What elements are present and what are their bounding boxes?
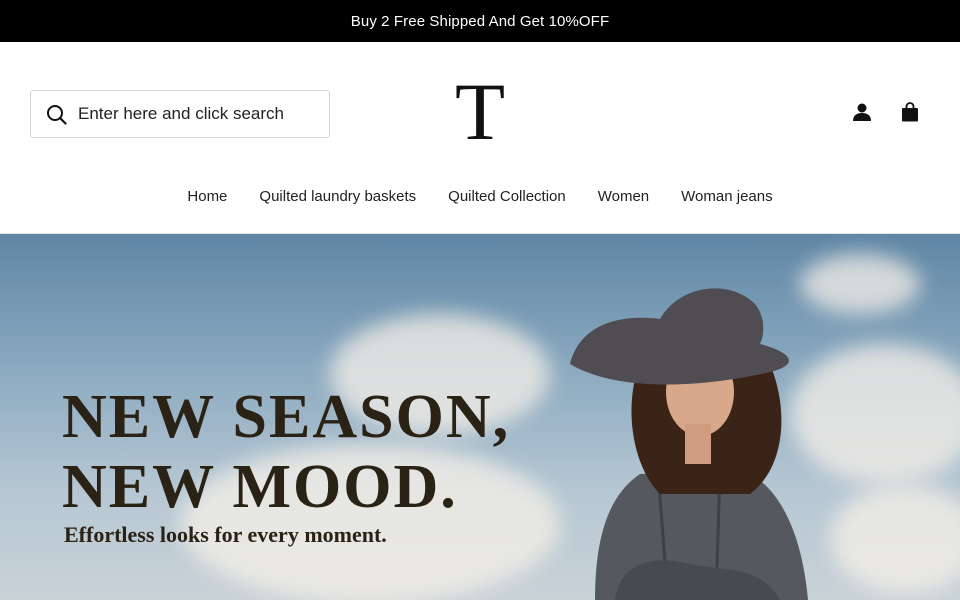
nav-item-women[interactable]: Women [598, 188, 649, 205]
hero-cloud [830, 484, 960, 594]
hero-banner[interactable]: NEW SEASON, NEW MOOD. Effortless looks f… [0, 234, 960, 600]
shopping-bag-icon [901, 101, 919, 127]
nav-item-quilted-collection[interactable]: Quilted Collection [448, 188, 566, 205]
site-logo[interactable]: T [440, 66, 520, 157]
hero-model-image [570, 288, 808, 600]
logo-letter: T [454, 66, 506, 157]
hero-title-line-2: NEW MOOD. [62, 453, 458, 521]
nav-item-woman-jeans[interactable]: Woman jeans [681, 188, 772, 205]
announcement-bar: Buy 2 Free Shipped And Get 10%OFF [0, 0, 960, 42]
cart-button[interactable] [898, 101, 922, 127]
nav-item-quilted-laundry-baskets[interactable]: Quilted laundry baskets [259, 188, 416, 205]
nav-item-home[interactable]: Home [187, 188, 227, 205]
search-input[interactable] [78, 104, 318, 124]
hero-subtitle: Effortless looks for every moment. [64, 522, 387, 547]
user-icon [852, 102, 872, 127]
account-button[interactable] [850, 102, 874, 126]
site-header: T Home Quilted laundry baskets Quilted C… [0, 42, 960, 234]
main-nav: Home Quilted laundry baskets Quilted Col… [0, 188, 960, 205]
hero-title: NEW SEASON, NEW MOOD. [62, 382, 510, 522]
announcement-text: Buy 2 Free Shipped And Get 10%OFF [350, 12, 610, 30]
hero-title-line-1: NEW SEASON, [62, 383, 511, 451]
search-box[interactable] [30, 90, 330, 138]
search-icon[interactable] [45, 103, 67, 125]
